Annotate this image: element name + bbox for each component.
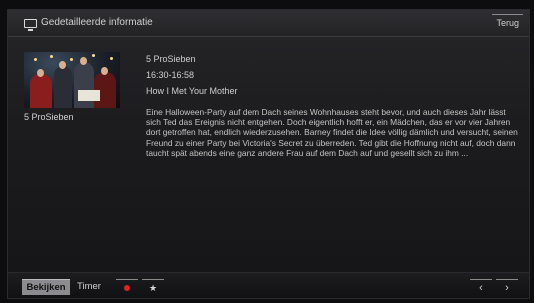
star-icon: ★	[148, 283, 158, 293]
tv-icon	[24, 19, 37, 31]
detail-info-window: Gedetailleerde informatie Terug 5 ProSie…	[7, 9, 530, 299]
thumbnail-face	[37, 69, 44, 77]
thumbnail-figure	[74, 62, 94, 108]
chevron-left-icon: ‹	[479, 282, 483, 294]
thumbnail-sign	[78, 90, 100, 101]
program-channel: 5 ProSieben	[146, 54, 196, 64]
program-time: 16:30-16:58	[146, 70, 195, 80]
thumbnail-figure	[30, 74, 52, 108]
thumbnail-face	[59, 61, 66, 69]
record-button[interactable]	[116, 279, 138, 295]
window-title: Gedetailleerde informatie	[41, 17, 153, 28]
program-synopsis: Eine Halloween-Party auf dem Dach seines…	[146, 107, 518, 158]
bottom-button-bar: Bekijken Timer ★ ‹ ›	[8, 272, 529, 298]
program-title: How I Met Your Mother	[146, 86, 238, 96]
thumbnail-light	[50, 55, 53, 58]
thumbnail-light	[70, 58, 73, 61]
thumbnail-face	[80, 57, 87, 65]
timer-button[interactable]: Timer	[74, 279, 104, 295]
thumbnail-light	[110, 57, 113, 60]
thumbnail-light	[92, 54, 95, 57]
next-button[interactable]: ›	[496, 279, 518, 295]
previous-button[interactable]: ‹	[470, 279, 492, 295]
title-bar: Gedetailleerde informatie Terug	[8, 10, 529, 37]
record-icon	[124, 285, 130, 291]
back-button[interactable]: Terug	[492, 14, 523, 31]
watch-button[interactable]: Bekijken	[22, 279, 70, 295]
thumbnail-light	[34, 58, 37, 61]
program-thumbnail	[24, 52, 120, 108]
thumbnail-figure	[54, 66, 72, 108]
favorite-button[interactable]: ★	[142, 279, 164, 295]
chevron-right-icon: ›	[505, 282, 509, 294]
thumbnail-channel-label: 5 ProSieben	[24, 112, 74, 122]
thumbnail-face	[101, 67, 108, 75]
